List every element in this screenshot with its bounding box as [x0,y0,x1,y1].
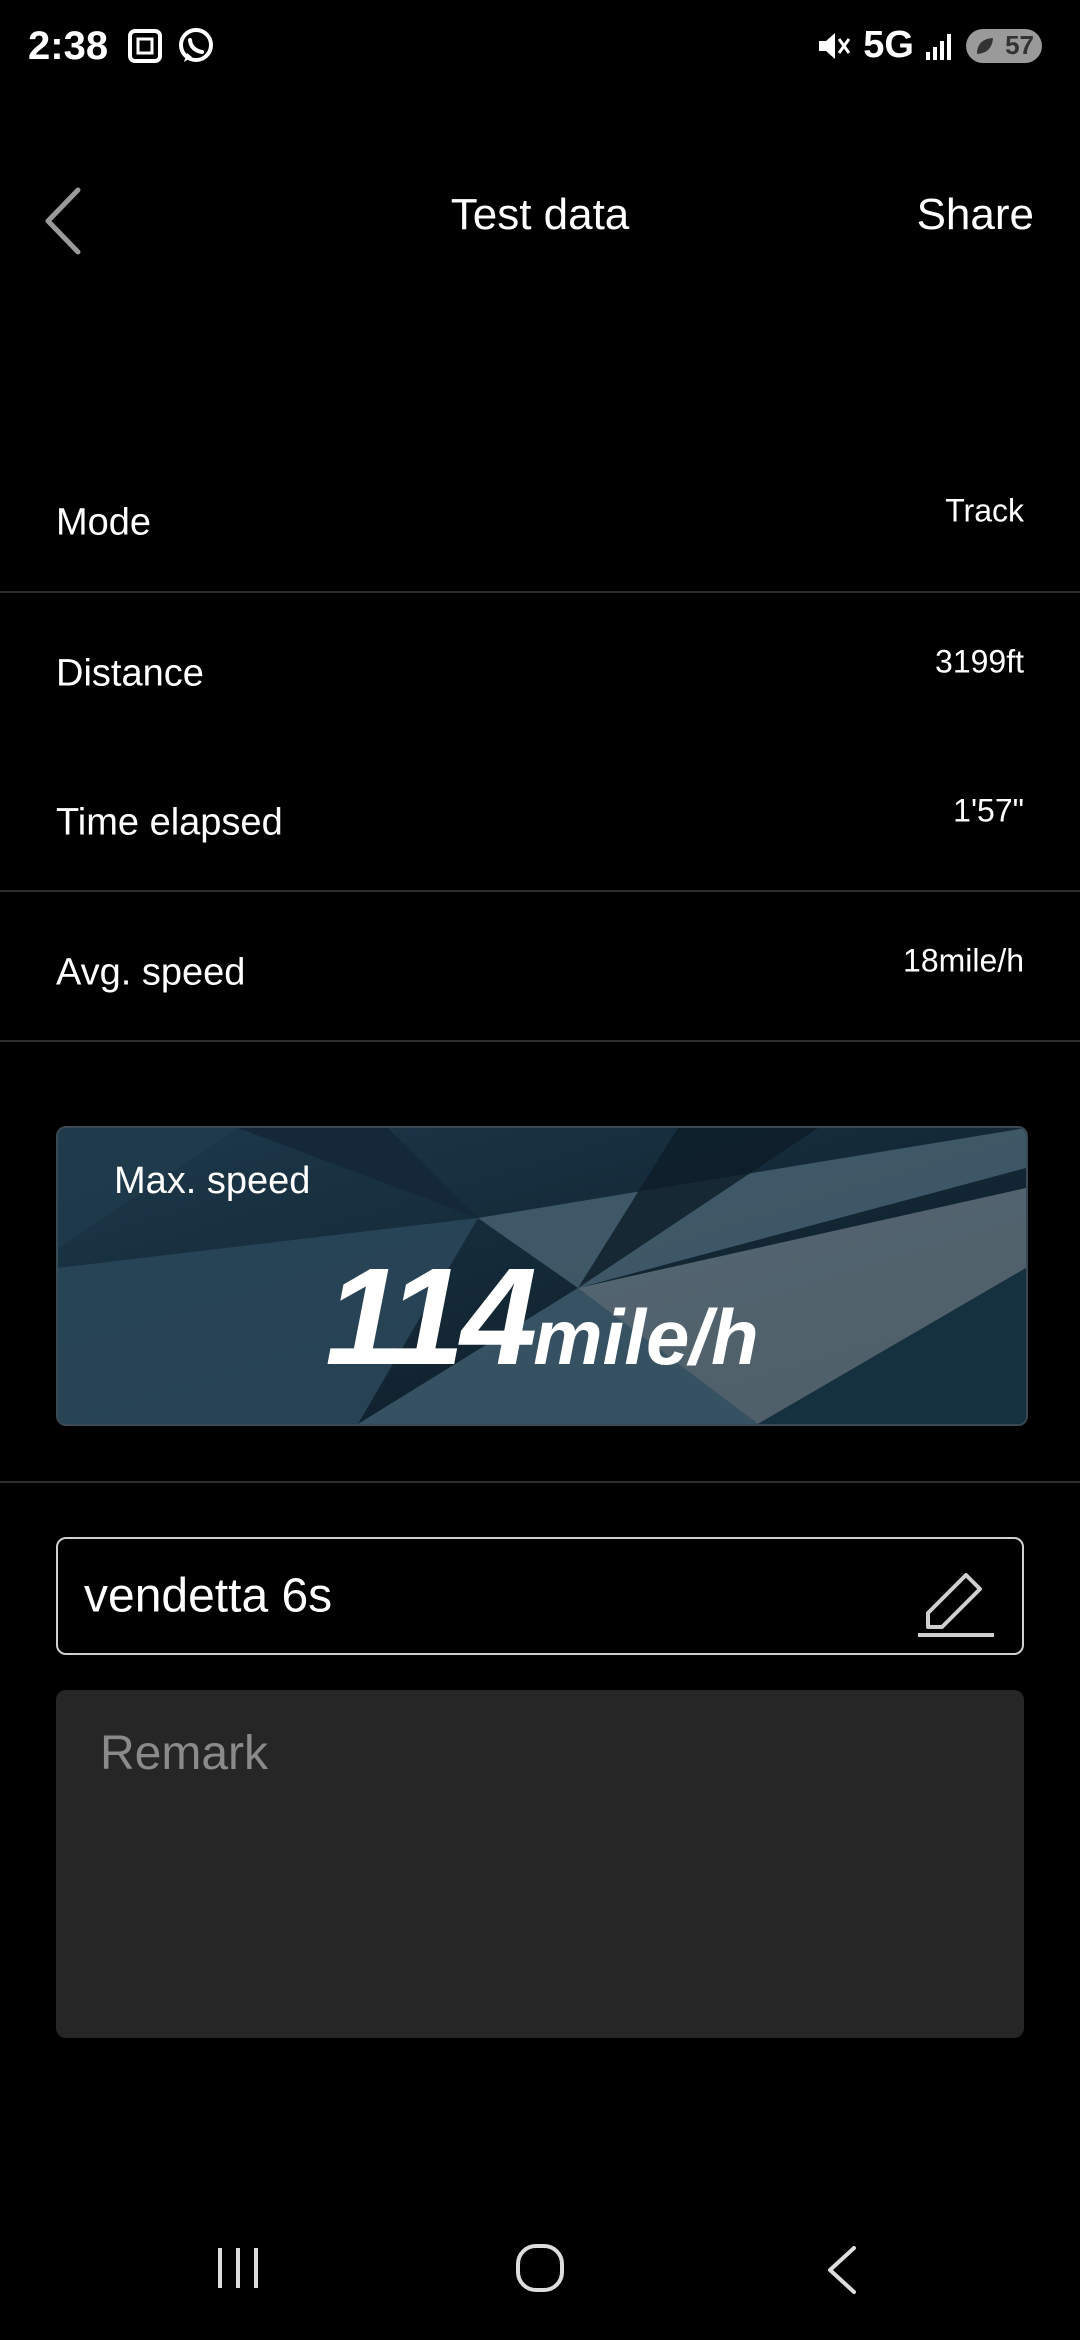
mute-icon [819,32,851,59]
divider [0,890,1080,892]
whatsapp-icon [179,28,213,62]
row-value: 3199ft [935,643,1024,680]
row-mode: Mode Track [0,448,1080,598]
max-speed-label: Max. speed [114,1160,311,1202]
battery-icon: 57 [966,28,1042,63]
max-speed-unit: mile/h [533,1293,759,1381]
max-speed-value: 114 [325,1240,537,1394]
divider [0,1040,1080,1042]
row-value: 1'57" [953,792,1024,829]
status-time: 2:38 [28,24,109,68]
back-icon[interactable] [822,2244,862,2296]
network-type: 5G [863,24,914,66]
battery-level: 57 [1005,30,1034,60]
recents-icon[interactable] [214,2246,262,2290]
row-label: Distance [56,652,204,695]
vehicle-name-text[interactable]: vendetta 6s [84,1569,332,1624]
row-time-elapsed: Time elapsed 1'57" [0,748,1080,898]
share-button[interactable]: Share [917,190,1034,240]
row-value: 18mile/h [903,942,1024,979]
row-avg-speed: Avg. speed 18mile/h [0,898,1080,1048]
row-value: Track [945,492,1024,529]
max-speed-readout: 114mile/h [58,1238,1026,1397]
row-label: Avg. speed [56,951,246,994]
remark-input[interactable]: Remark [56,1690,1024,2038]
vehicle-name-field[interactable]: vendetta 6s [56,1537,1024,1655]
row-label: Mode [56,501,152,544]
screenshot-icon [128,29,162,63]
row-label: Time elapsed [56,801,283,844]
home-icon[interactable] [514,2242,566,2294]
signal-icon [926,33,951,60]
divider [0,591,1080,593]
status-right-icons: 5G 57 [815,24,1042,67]
remark-placeholder: Remark [100,1727,269,1780]
divider [0,1481,1080,1483]
status-left-icons [126,26,216,66]
edit-pencil-icon[interactable] [914,1557,996,1639]
power-saving-icon [977,37,993,54]
max-speed-card: Max. speed 114mile/h [56,1126,1028,1426]
row-distance: Distance 3199ft [0,599,1080,749]
